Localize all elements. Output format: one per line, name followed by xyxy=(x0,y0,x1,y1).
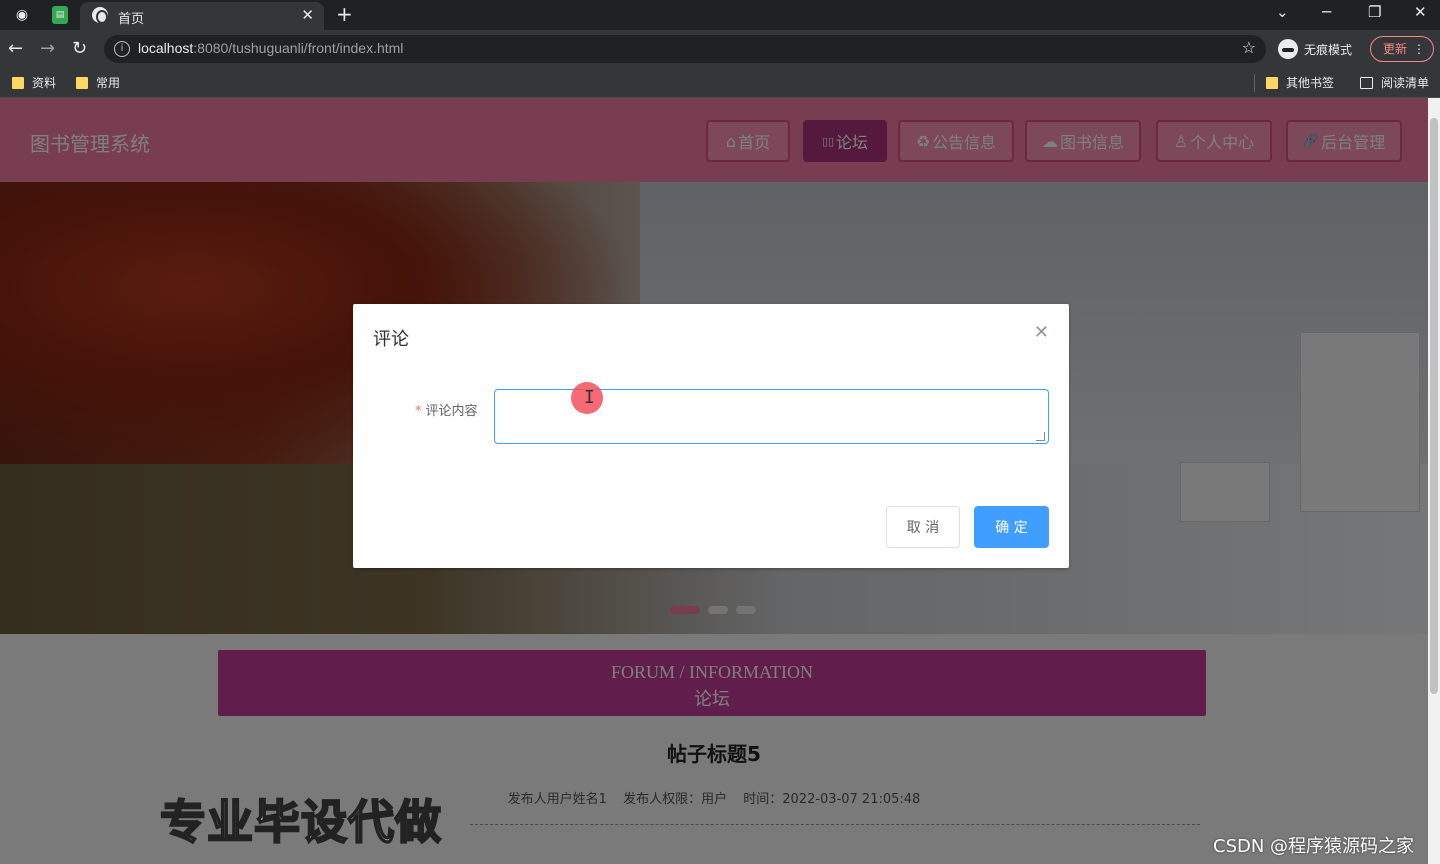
resize-handle-icon[interactable] xyxy=(1036,432,1045,441)
bookmark-label: 常用 xyxy=(96,76,121,90)
reload-icon[interactable]: ↻ xyxy=(72,38,87,59)
scrollbar-thumb[interactable] xyxy=(1430,118,1438,694)
url-text[interactable]: localhost:8080/tushuguanli/front/index.h… xyxy=(138,40,403,56)
address-bar-row: ← → ↻ i localhost:8080/tushuguanli/front… xyxy=(0,30,1440,68)
update-label: 更新 xyxy=(1383,42,1408,56)
tab-close-icon[interactable]: ✕ xyxy=(301,6,314,24)
other-bookmarks-label: 其他书签 xyxy=(1286,76,1335,90)
bookmark-label: 资料 xyxy=(32,76,57,90)
sheets-tab-icon[interactable]: ▤ xyxy=(52,6,68,24)
incognito-label: 无痕模式 xyxy=(1304,42,1353,57)
cancel-button[interactable]: 取 消 xyxy=(886,506,960,548)
folder-icon xyxy=(76,76,88,89)
reading-list-label: 阅读清单 xyxy=(1381,76,1430,90)
folder-icon xyxy=(1266,76,1278,89)
bookmark-separator xyxy=(1254,74,1255,92)
reading-list[interactable]: 阅读清单 xyxy=(1360,74,1429,91)
bookmark-star-icon[interactable]: ☆ xyxy=(1242,38,1256,57)
restore-icon[interactable]: ❐ xyxy=(1368,3,1381,21)
globe-icon xyxy=(92,7,108,24)
site-info-icon[interactable]: i xyxy=(114,41,130,57)
close-icon[interactable]: ✕ xyxy=(1034,322,1049,343)
incognito-indicator[interactable]: 无痕模式 xyxy=(1278,37,1352,61)
text-cursor-icon: I xyxy=(584,387,595,408)
browser-menu-icon[interactable]: ◉ xyxy=(12,5,32,25)
new-tab-button[interactable]: + xyxy=(336,2,353,26)
promo-watermark: 专业毕设代做 xyxy=(159,794,442,850)
csdn-watermark: CSDN @程序猿源码之家 xyxy=(1213,836,1415,857)
bookmark-folder[interactable]: 常用 xyxy=(76,74,120,91)
comment-label-text: 评论内容 xyxy=(425,404,478,419)
tab-search-icon[interactable]: ⌄ xyxy=(1276,3,1289,21)
tab-title: 首页 xyxy=(118,12,145,27)
comment-field-label: * 评论内容 xyxy=(415,400,478,419)
tab-active[interactable]: 首页 ✕ xyxy=(80,2,324,30)
bookmark-folder[interactable]: 资料 xyxy=(12,74,56,91)
incognito-icon xyxy=(1278,39,1298,59)
folder-icon xyxy=(12,76,24,89)
close-window-icon[interactable]: ✕ xyxy=(1414,3,1427,21)
update-button[interactable]: 更新 ⋮ xyxy=(1370,36,1434,62)
minimize-icon[interactable]: ─ xyxy=(1322,3,1331,21)
other-bookmarks[interactable]: 其他书签 xyxy=(1266,74,1334,91)
bookmarks-bar: 资料 常用 其他书签 阅读清单 xyxy=(0,68,1440,98)
omnibox[interactable]: i localhost:8080/tushuguanli/front/index… xyxy=(104,35,1266,63)
browser-tab-bar: ◉ ▤ 首页 ✕ + ⌄ ─ ❐ ✕ xyxy=(0,0,1440,30)
dialog-title: 评论 xyxy=(373,329,409,350)
back-icon[interactable]: ← xyxy=(8,38,23,59)
reading-list-icon xyxy=(1360,76,1373,89)
comment-dialog: 评论 ✕ * 评论内容 I 取 消 确 定 xyxy=(353,304,1069,568)
confirm-button[interactable]: 确 定 xyxy=(974,506,1049,548)
page-scrollbar[interactable] xyxy=(1428,98,1440,864)
required-mark: * xyxy=(415,404,422,419)
more-menu-icon[interactable]: ⋮ xyxy=(1413,37,1425,61)
forward-icon[interactable]: → xyxy=(40,38,55,59)
